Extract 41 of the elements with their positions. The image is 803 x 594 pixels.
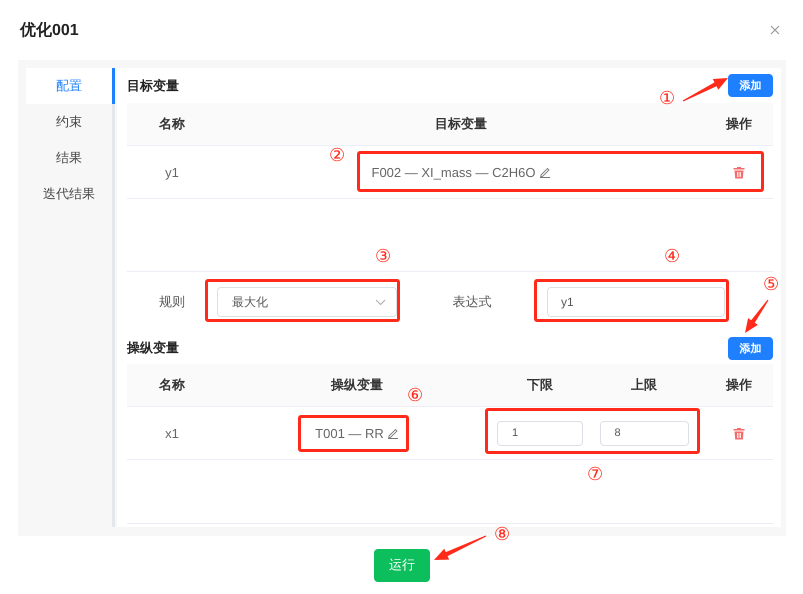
column-header: 名称: [159, 115, 185, 133]
annotation-number: ⑧: [494, 526, 510, 544]
variable-link[interactable]: T001 — RR: [315, 426, 399, 440]
upper-bound-field[interactable]: 8: [600, 420, 688, 446]
rule-label: 规则: [158, 293, 186, 311]
annotation-number: ⑥: [407, 387, 424, 405]
sidebar-tab[interactable]: 迭代结果: [26, 176, 115, 212]
annotation-number: ④: [664, 248, 680, 266]
column-header: 下限: [527, 376, 553, 394]
column-header: 名称: [159, 376, 185, 394]
close-icon[interactable]: [770, 25, 780, 35]
sidebar-tab[interactable]: 配置: [26, 68, 115, 104]
rule-select[interactable]: 最大化: [217, 287, 397, 317]
delete-icon[interactable]: [733, 166, 745, 178]
variable-link[interactable]: F002 — XI_mass — C2H6O: [372, 164, 550, 180]
annotation-number: ③: [375, 248, 392, 266]
section-heading: 操纵变量: [127, 339, 179, 357]
edit-icon[interactable]: [386, 427, 399, 439]
annotation-number: ⑦: [587, 466, 604, 484]
lower-bound-field[interactable]: 1: [497, 420, 583, 446]
column-header: 操作: [726, 115, 752, 133]
edit-icon[interactable]: [538, 166, 550, 178]
table-cell: x1: [165, 426, 179, 440]
annotation-number: ⑤: [763, 276, 780, 294]
sidebar-tab[interactable]: 约束: [26, 104, 115, 140]
section-heading: 目标变量: [127, 76, 179, 94]
column-header: 操纵变量: [331, 376, 383, 394]
sidebar-tab[interactable]: 结果: [26, 140, 115, 176]
column-header: 上限: [631, 376, 657, 394]
delete-icon[interactable]: [733, 426, 745, 440]
expression-field[interactable]: y1: [547, 287, 725, 317]
dialog-title: 优化001: [20, 20, 79, 40]
add-button[interactable]: 添加: [728, 336, 773, 360]
column-header: 操作: [726, 376, 752, 394]
annotation-number: ①: [659, 90, 676, 108]
annotation-number: ②: [329, 147, 346, 165]
add-button[interactable]: 添加: [728, 74, 773, 97]
chevron-down-icon: [375, 298, 386, 306]
table-cell: y1: [165, 164, 179, 180]
expression-label: 表达式: [452, 293, 492, 311]
column-header: 目标变量: [435, 115, 487, 133]
